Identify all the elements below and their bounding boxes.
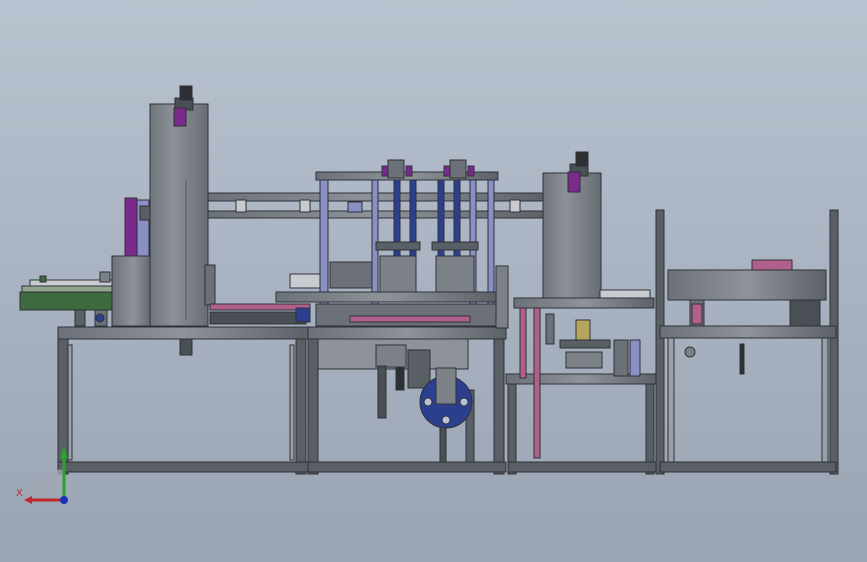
right-tower [513, 151, 655, 309]
frame-right [655, 209, 839, 475]
x-axis-arrowhead [24, 496, 32, 504]
green-conveyor [19, 271, 116, 327]
blue-wheel-mechanism [317, 338, 473, 429]
z-axis-dot [60, 496, 68, 504]
y-axis-label: Y [59, 446, 67, 457]
x-axis-label: X [16, 488, 23, 499]
frame-right-center [505, 307, 659, 475]
left-tower [111, 85, 216, 327]
center-head-assembly [209, 159, 509, 329]
cad-viewport[interactable]: Y X [0, 0, 867, 562]
coordinate-triad: Y X [16, 446, 68, 504]
machine-assembly-drawing[interactable]: Y X [0, 0, 867, 562]
frame-left [57, 326, 309, 475]
